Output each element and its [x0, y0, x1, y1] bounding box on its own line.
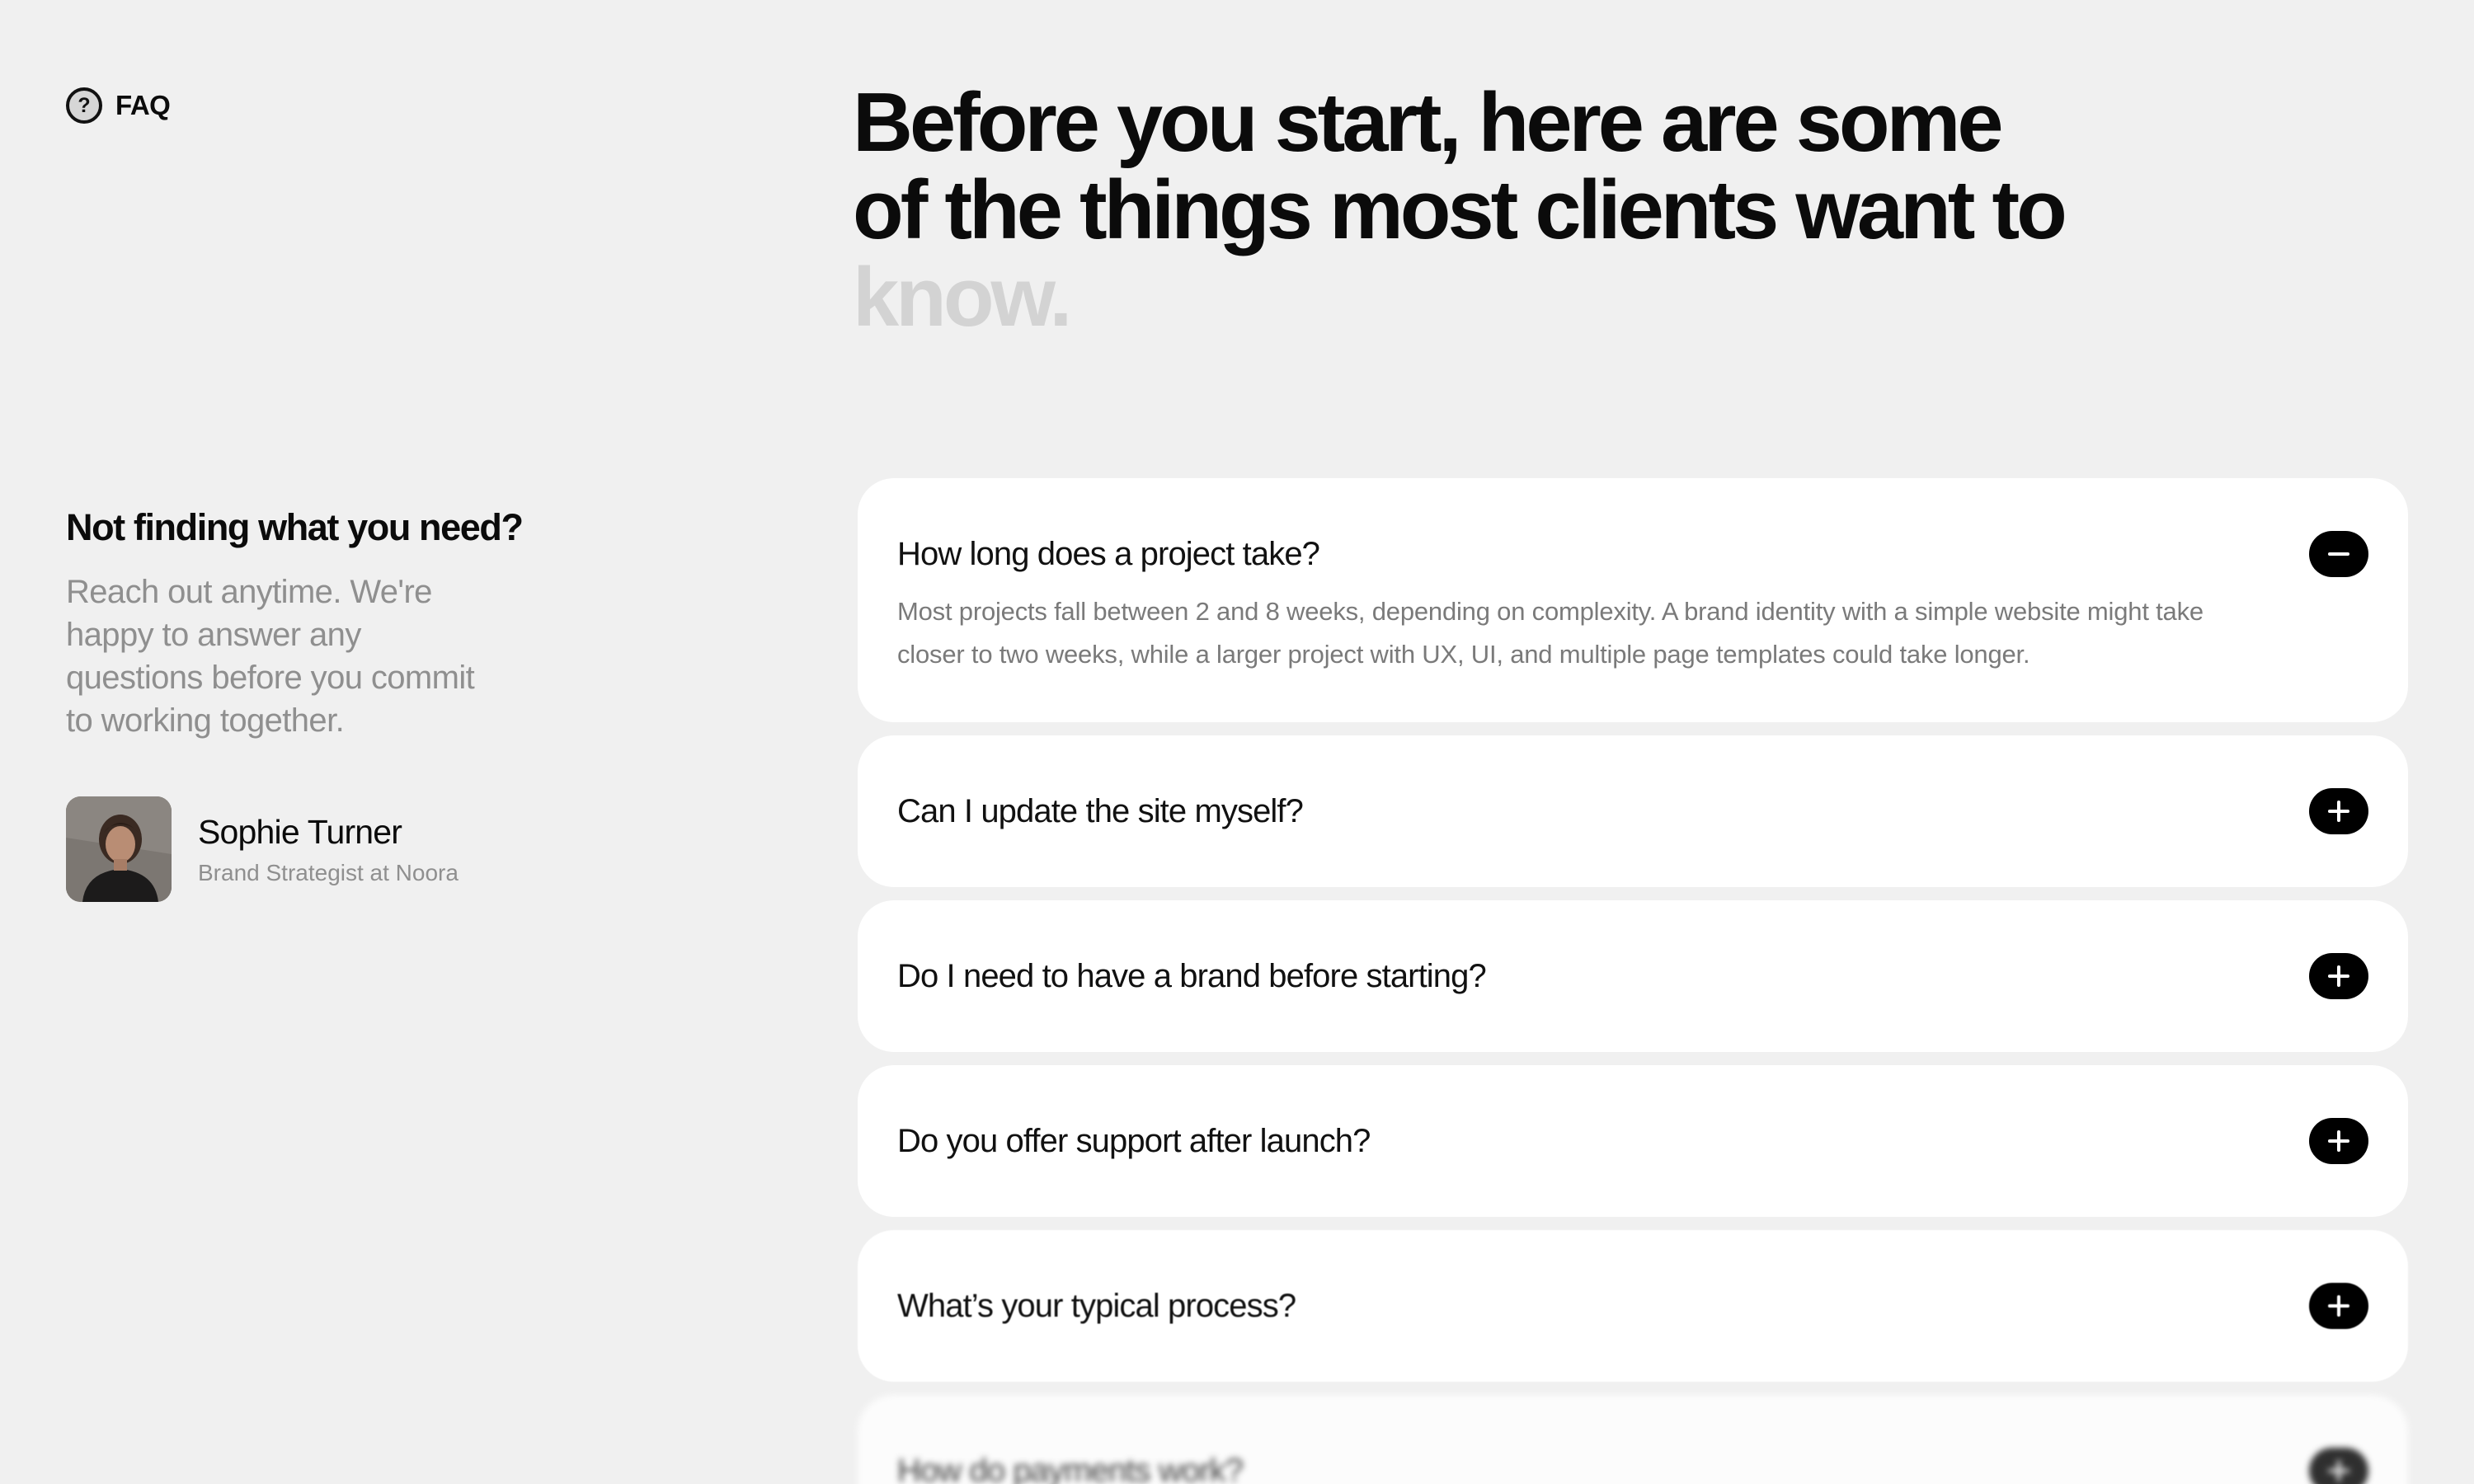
- person-role: Brand Strategist at Noora: [198, 859, 459, 885]
- expand-button[interactable]: [2309, 1448, 2368, 1484]
- faq-item-header[interactable]: Can I update the site myself?: [897, 735, 2368, 887]
- minus-icon: [2328, 552, 2349, 556]
- faq-item-header[interactable]: Do you offer support after launch?: [897, 1065, 2368, 1217]
- help-title: Not finding what you need?: [66, 506, 524, 548]
- person-name: Sophie Turner: [198, 812, 402, 851]
- question-circle-icon: ?: [66, 87, 102, 124]
- faq-item-header[interactable]: Do I need to have a brand before startin…: [897, 900, 2368, 1052]
- section-tag-label: FAQ: [115, 90, 171, 120]
- expand-button[interactable]: [2309, 1118, 2368, 1164]
- faq-page: ? FAQ Before you start, here are some of…: [0, 0, 2474, 1484]
- avatar-portrait: [66, 796, 172, 902]
- plus-icon-stroke: [2337, 965, 2340, 987]
- faq-answer: Most projects fall between 2 and 8 weeks…: [897, 597, 2204, 669]
- expand-button[interactable]: [2309, 953, 2368, 999]
- avatar: [66, 796, 172, 902]
- collapse-button[interactable]: [2309, 531, 2368, 577]
- plus-icon-stroke: [2337, 1295, 2340, 1317]
- expand-button[interactable]: [2309, 788, 2368, 834]
- faq-item[interactable]: How do payments work?: [858, 1395, 2408, 1484]
- page-heading: Before you start, here are some of the t…: [853, 79, 2090, 341]
- plus-icon-stroke: [2337, 1460, 2340, 1482]
- faq-question: Do you offer support after launch?: [897, 1122, 1371, 1159]
- section-tag: ? FAQ: [66, 87, 171, 124]
- person-text: Sophie Turner Brand Strategist at Noora: [198, 813, 459, 886]
- faq-item-header[interactable]: How do payments work?: [897, 1395, 2368, 1484]
- faq-item[interactable]: What’s your typical process?: [858, 1230, 2408, 1382]
- expand-button[interactable]: [2309, 1283, 2368, 1329]
- faq-item-header[interactable]: What’s your typical process?: [897, 1230, 2368, 1382]
- faq-question: What’s your typical process?: [897, 1287, 1296, 1324]
- plus-icon-stroke: [2337, 801, 2340, 822]
- faq-question: Do I need to have a brand before startin…: [897, 957, 1487, 994]
- plus-icon-stroke: [2337, 1130, 2340, 1152]
- faq-item[interactable]: Can I update the site myself?: [858, 735, 2408, 887]
- heading-faded: know.: [853, 251, 1072, 344]
- faq-item[interactable]: How long does a project take? Most proje…: [858, 478, 2408, 722]
- contact-person: Sophie Turner Brand Strategist at Noora: [66, 796, 459, 902]
- faq-item[interactable]: Do you offer support after launch?: [858, 1065, 2408, 1217]
- faq-list: How long does a project take? Most proje…: [858, 478, 2408, 1484]
- faq-question: How do payments work?: [897, 1452, 1244, 1484]
- faq-question: How long does a project take?: [897, 535, 1320, 572]
- faq-item[interactable]: Do I need to have a brand before startin…: [858, 900, 2408, 1052]
- heading-main: Before you start, here are some of the t…: [853, 77, 2067, 256]
- faq-question: Can I update the site myself?: [897, 792, 1304, 829]
- help-text: Reach out anytime. We're happy to answer…: [66, 574, 475, 739]
